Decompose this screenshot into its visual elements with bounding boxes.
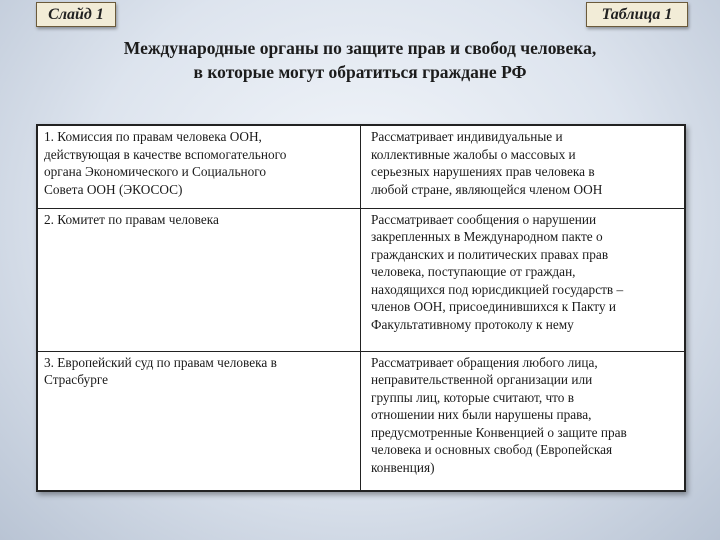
table-row: 1. Комиссия по правам человека ООН, дейс…	[36, 124, 686, 209]
body-role-line: Рассматривает сообщения о нарушении	[371, 211, 597, 227]
body-role-line: человека и основных свобод (Европейская	[371, 442, 613, 458]
table-row: 2. Комитет по правам человека Рассматрив…	[36, 207, 686, 352]
body-role-line: Факультативному протоколу к нему	[371, 317, 574, 333]
body-role-line: группы лиц, которые считают, что в	[371, 389, 575, 405]
body-role-line: предусмотренные Конвенцией о защите прав	[371, 424, 627, 440]
body-name-line: 3. Европейский суд по правам человека в	[44, 354, 277, 370]
body-role-line: отношении них были нарушены права,	[371, 407, 592, 423]
body-role-cell: Рассматривает обращения любого лица, неп…	[360, 350, 686, 492]
body-name-cell: 3. Европейский суд по правам человека в …	[36, 350, 361, 492]
bodies-table: 1. Комиссия по правам человека ООН, дейс…	[36, 124, 686, 492]
page-title: Международные органы по защите прав и св…	[40, 36, 680, 84]
body-role-line: находящихся под юрисдикцией государств –	[371, 281, 624, 297]
body-name-cell: 1. Комиссия по правам человека ООН, дейс…	[36, 124, 361, 209]
title-line-2: в которые могут обратиться граждане РФ	[193, 62, 527, 82]
table-label: Таблица 1	[586, 2, 688, 27]
body-name-line: Совета ООН (ЭКОСОС)	[44, 181, 183, 197]
body-name-line: Страсбурге	[44, 372, 109, 388]
body-role-line: Рассматривает индивидуальные и	[371, 129, 563, 144]
body-name-line: органа Экономического и Социального	[44, 164, 267, 180]
body-role-cell: Рассматривает индивидуальные и коллектив…	[360, 124, 686, 209]
slide-label: Слайд 1	[36, 2, 116, 27]
body-role-line: человека, поступающие от граждан,	[371, 264, 576, 280]
body-role-line: гражданских и политических правах прав	[371, 246, 609, 262]
body-role-line: любой стране, являющейся членом ООН	[371, 181, 603, 197]
body-name-line: действующая в качестве вспомогательного	[44, 146, 287, 162]
table-row: 3. Европейский суд по правам человека в …	[36, 350, 686, 492]
body-role-line: Рассматривает обращения любого лица,	[371, 354, 598, 370]
body-name-line: 2. Комитет по правам человека	[44, 211, 219, 227]
body-role-line: коллективные жалобы о массовых и	[371, 146, 576, 162]
body-role-line: закрепленных в Международном пакте о	[371, 229, 603, 245]
body-role-line: неправительственной организации или	[371, 372, 593, 388]
body-name-cell: 2. Комитет по правам человека	[36, 207, 361, 352]
body-role-cell: Рассматривает сообщения о нарушении закр…	[360, 207, 686, 352]
title-line-1: Международные органы по защите прав и св…	[123, 38, 597, 58]
body-role-line: членов ООН, присоединившихся к Пакту и	[371, 299, 617, 315]
body-name-line: 1. Комиссия по правам человека ООН,	[44, 129, 262, 144]
body-role-line: серьезных нарушениях прав человека в	[371, 164, 595, 180]
body-role-line: конвенция)	[371, 460, 435, 476]
